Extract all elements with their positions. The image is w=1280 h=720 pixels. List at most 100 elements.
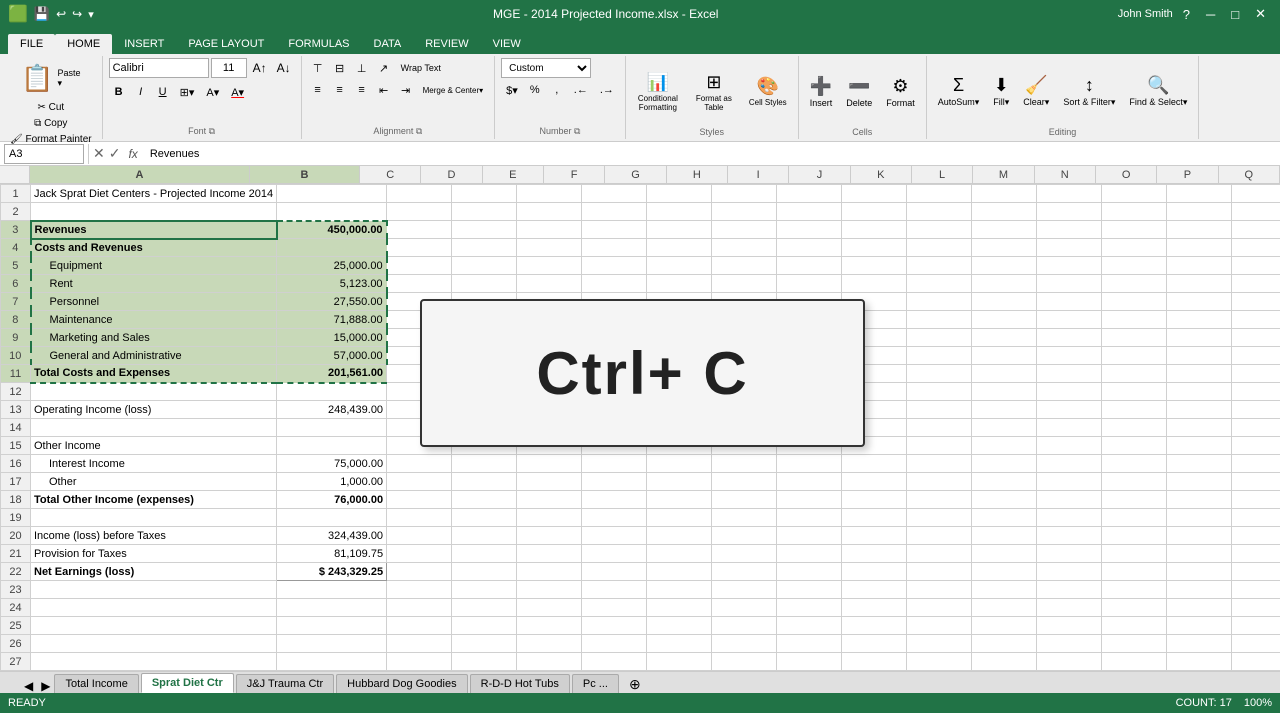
cell-O4[interactable] (1167, 239, 1232, 257)
cell-L18[interactable] (972, 491, 1037, 509)
cell-O6[interactable] (1167, 275, 1232, 293)
fill-color-button[interactable]: A▾ (201, 82, 224, 102)
cell-K17[interactable] (907, 473, 972, 491)
cell-C27[interactable] (387, 653, 452, 671)
cell-a24[interactable] (31, 599, 277, 617)
cell-L13[interactable] (972, 401, 1037, 419)
sort-filter-button[interactable]: ↕ Sort & Filter▾ (1058, 72, 1120, 111)
cell-J21[interactable] (842, 545, 907, 563)
cell-N8[interactable] (1102, 311, 1167, 329)
fill-button[interactable]: ⬇ Fill▾ (988, 72, 1014, 111)
cell-N26[interactable] (1102, 635, 1167, 653)
cell-K9[interactable] (907, 329, 972, 347)
cell-P26[interactable] (1232, 635, 1280, 653)
cell-N15[interactable] (1102, 437, 1167, 455)
cell-I21[interactable] (777, 545, 842, 563)
tab-page-layout[interactable]: PAGE LAYOUT (176, 34, 276, 54)
cell-M4[interactable] (1037, 239, 1102, 257)
cell-E1[interactable] (517, 185, 582, 203)
cell-N17[interactable] (1102, 473, 1167, 491)
cell-I6[interactable] (777, 275, 842, 293)
cell-J25[interactable] (842, 617, 907, 635)
cell-E18[interactable] (517, 491, 582, 509)
cell-b17[interactable]: 1,000.00 (277, 473, 387, 491)
cell-K22[interactable] (907, 563, 972, 581)
cell-I5[interactable] (777, 257, 842, 275)
col-header-b[interactable]: B (250, 166, 360, 183)
cell-L26[interactable] (972, 635, 1037, 653)
cell-M9[interactable] (1037, 329, 1102, 347)
comma-button[interactable]: , (547, 80, 567, 100)
cell-G2[interactable] (647, 203, 712, 221)
cell-E24[interactable] (517, 599, 582, 617)
cell-b16[interactable]: 75,000.00 (277, 455, 387, 473)
cell-O8[interactable] (1167, 311, 1232, 329)
cell-J5[interactable] (842, 257, 907, 275)
cell-O20[interactable] (1167, 527, 1232, 545)
cell-D18[interactable] (452, 491, 517, 509)
cell-M1[interactable] (1037, 185, 1102, 203)
cell-a25[interactable] (31, 617, 277, 635)
cell-H4[interactable] (712, 239, 777, 257)
cell-P18[interactable] (1232, 491, 1280, 509)
cell-F2[interactable] (582, 203, 647, 221)
cell-G27[interactable] (647, 653, 712, 671)
cell-C20[interactable] (387, 527, 452, 545)
add-sheet-button[interactable]: ⊕ (621, 676, 649, 693)
cell-I23[interactable] (777, 581, 842, 599)
sheet-tab-total-income[interactable]: Total Income (54, 674, 138, 693)
cell-L6[interactable] (972, 275, 1037, 293)
cell-P6[interactable] (1232, 275, 1280, 293)
percent-button[interactable]: % (525, 80, 545, 100)
cell-G3[interactable] (647, 221, 712, 239)
cell-E19[interactable] (517, 509, 582, 527)
copy-button[interactable]: ⧉ Copy (6, 116, 96, 131)
cell-K2[interactable] (907, 203, 972, 221)
cell-P14[interactable] (1232, 419, 1280, 437)
cell-O13[interactable] (1167, 401, 1232, 419)
cell-b6[interactable]: 5,123.00 (277, 275, 387, 293)
cell-D27[interactable] (452, 653, 517, 671)
cell-J27[interactable] (842, 653, 907, 671)
cell-b8[interactable]: 71,888.00 (277, 311, 387, 329)
cell-H24[interactable] (712, 599, 777, 617)
increase-decimal-button[interactable]: .→ (595, 80, 619, 100)
cell-G17[interactable] (647, 473, 712, 491)
cell-H17[interactable] (712, 473, 777, 491)
cell-P24[interactable] (1232, 599, 1280, 617)
cell-F27[interactable] (582, 653, 647, 671)
cell-I19[interactable] (777, 509, 842, 527)
cell-J18[interactable] (842, 491, 907, 509)
cell-L17[interactable] (972, 473, 1037, 491)
cell-D19[interactable] (452, 509, 517, 527)
cell-C26[interactable] (387, 635, 452, 653)
cell-L16[interactable] (972, 455, 1037, 473)
cell-I2[interactable] (777, 203, 842, 221)
cell-P3[interactable] (1232, 221, 1280, 239)
cell-L24[interactable] (972, 599, 1037, 617)
cell-M11[interactable] (1037, 365, 1102, 383)
cell-J26[interactable] (842, 635, 907, 653)
cell-b23[interactable] (277, 581, 387, 599)
cell-b3[interactable]: 450,000.00 (277, 221, 387, 239)
cell-K20[interactable] (907, 527, 972, 545)
cell-a9[interactable]: Marketing and Sales (31, 329, 277, 347)
cell-C2[interactable] (387, 203, 452, 221)
cell-K6[interactable] (907, 275, 972, 293)
cell-a8[interactable]: Maintenance (31, 311, 277, 329)
cell-b22[interactable]: $ 243,329.25 (277, 563, 387, 581)
font-name-input[interactable] (109, 58, 209, 78)
cell-M16[interactable] (1037, 455, 1102, 473)
font-size-input[interactable] (211, 58, 247, 78)
merge-center-button[interactable]: Merge & Center▾ (418, 80, 488, 100)
cell-L9[interactable] (972, 329, 1037, 347)
number-format-dropdown[interactable]: Custom General Number Currency Accountin… (501, 58, 591, 78)
cell-F19[interactable] (582, 509, 647, 527)
cell-M12[interactable] (1037, 383, 1102, 401)
cell-I25[interactable] (777, 617, 842, 635)
cell-M18[interactable] (1037, 491, 1102, 509)
cell-L23[interactable] (972, 581, 1037, 599)
cell-M23[interactable] (1037, 581, 1102, 599)
cell-O5[interactable] (1167, 257, 1232, 275)
cell-D4[interactable] (452, 239, 517, 257)
